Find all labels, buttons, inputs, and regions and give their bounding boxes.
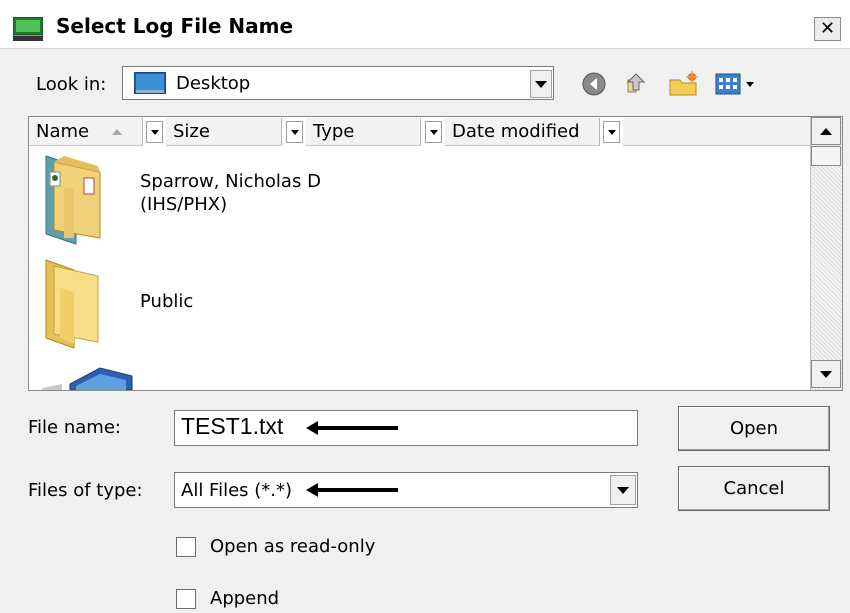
item-label: Sparrow, Nicholas D (IHS/PHX) — [140, 170, 321, 216]
open-button[interactable]: Open — [678, 406, 830, 451]
read-only-checkbox[interactable] — [176, 537, 196, 557]
scroll-thumb[interactable] — [811, 146, 841, 166]
cancel-button[interactable]: Cancel — [678, 466, 830, 511]
folder-icon — [45, 259, 99, 349]
new-folder-icon[interactable] — [668, 70, 700, 98]
column-type-dropdown[interactable] — [425, 121, 442, 143]
file-type-label: Files of type: — [28, 480, 143, 501]
lookin-label: Look in: — [36, 74, 107, 95]
computer-icon — [42, 367, 133, 390]
item-label-line: (IHS/PHX) — [140, 194, 228, 215]
column-header-type[interactable]: Type — [306, 118, 421, 146]
column-name-dropdown[interactable] — [146, 121, 163, 143]
read-only-label: Open as read-only — [210, 536, 376, 557]
column-date-dropdown[interactable] — [603, 121, 620, 143]
column-header-filler — [623, 118, 810, 146]
annotation-arrow — [306, 482, 398, 498]
cancel-button-label: Cancel — [723, 478, 785, 499]
list-item[interactable]: Public — [36, 256, 193, 352]
column-header-date-modified[interactable]: Date modified — [445, 118, 600, 146]
file-name-label: File name: — [28, 417, 121, 438]
view-menu-icon[interactable] — [714, 70, 758, 98]
list-item[interactable] — [36, 366, 136, 390]
arrow-shaft — [316, 488, 398, 492]
list-item[interactable]: Sparrow, Nicholas D (IHS/PHX) — [36, 150, 321, 246]
window-title: Select Log File Name — [56, 14, 294, 38]
column-header-label: Date modified — [452, 121, 580, 142]
file-name-value: TEST1.txt — [181, 413, 284, 439]
file-type-dropdown-button[interactable] — [610, 475, 636, 505]
app-icon — [13, 17, 43, 41]
open-button-label: Open — [729, 418, 779, 439]
append-label: Append — [210, 588, 280, 609]
close-icon: ✕ — [819, 18, 836, 39]
column-header-label: Name — [36, 121, 90, 142]
file-list[interactable] — [28, 116, 843, 391]
annotation-arrow — [306, 420, 398, 436]
lookin-value: Desktop — [176, 73, 251, 94]
scroll-up-button[interactable] — [811, 117, 841, 145]
item-label-line: Sparrow, Nicholas D — [140, 171, 321, 192]
user-folder-icon — [45, 155, 101, 245]
append-checkbox[interactable] — [176, 589, 196, 609]
scroll-down-button[interactable] — [811, 360, 841, 388]
column-header-label: Type — [313, 121, 355, 142]
column-header-size[interactable]: Size — [166, 118, 282, 146]
arrow-shaft — [316, 426, 398, 430]
close-button[interactable]: ✕ — [814, 17, 841, 41]
desktop-icon — [134, 72, 166, 94]
back-icon[interactable] — [580, 70, 608, 98]
file-type-value: All Files (*.*) — [181, 480, 293, 501]
item-label: Public — [140, 291, 194, 312]
column-header-name[interactable]: Name — [29, 118, 143, 146]
column-header-label: Size — [173, 121, 210, 142]
lookin-dropdown-button[interactable] — [530, 70, 552, 98]
column-size-dropdown[interactable] — [286, 121, 303, 143]
sort-ascending-icon — [112, 128, 123, 135]
up-folder-icon[interactable] — [622, 70, 650, 98]
